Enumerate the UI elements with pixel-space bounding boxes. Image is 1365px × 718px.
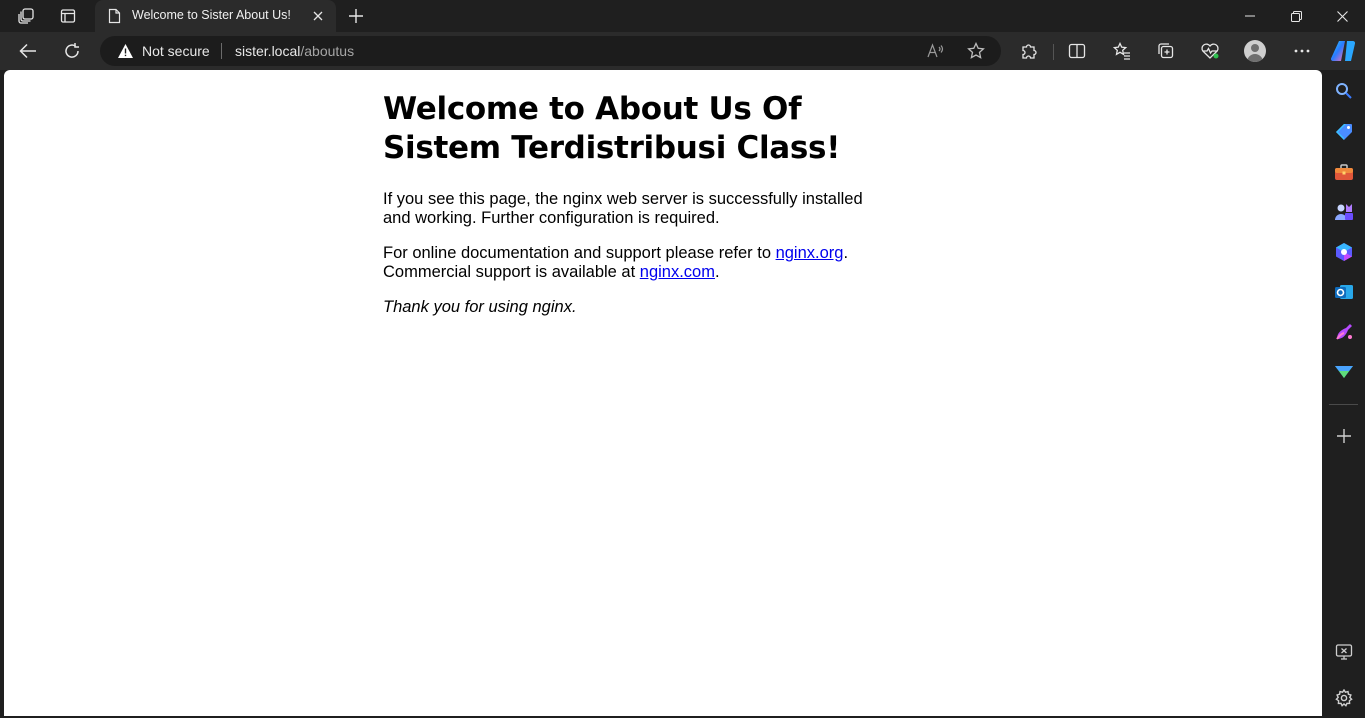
tab-title: Welcome to Sister About Us! [132,8,291,22]
microsoft-365-icon[interactable] [1332,240,1356,264]
page-heading: Welcome to About Us Of Sistem Terdistrib… [383,91,841,166]
games-icon[interactable] [1332,200,1356,224]
thanks-paragraph: Thank you for using nginx. [383,298,893,317]
nginx-com-link[interactable]: nginx.com [640,263,715,281]
workspaces-icon[interactable] [12,4,40,28]
back-icon[interactable] [14,37,42,65]
minimize-icon[interactable] [1227,0,1273,32]
favorites-icon[interactable] [1108,37,1136,65]
window-close-icon[interactable] [1319,0,1365,32]
page-icon [105,7,123,25]
new-tab-icon[interactable] [344,4,368,28]
sidebar [1322,70,1365,718]
page-content: Welcome to About Us Of Sistem Terdistrib… [383,90,913,333]
shopping-icon[interactable] [1332,120,1356,144]
url-text[interactable]: sister.local/aboutus [235,43,354,59]
toolbar-divider [1053,44,1054,60]
intro-paragraph: If you see this page, the nginx web serv… [383,190,863,227]
address-divider [221,43,222,59]
url-host: sister.local [235,43,301,59]
commercial-text: Commercial support is available at [383,263,640,281]
collections-icon[interactable] [1152,37,1180,65]
settings-icon[interactable] [1332,686,1356,710]
support-period: . [843,244,849,262]
toolbar: Not secure sister.local/aboutus [0,32,1365,70]
web-page: Welcome to About Us Of Sistem Terdistrib… [4,70,1322,716]
add-icon[interactable] [1332,424,1356,448]
browser-window: Welcome to Sister About Us! Not secure s… [0,0,1365,718]
designer-icon[interactable] [1332,320,1356,344]
support-text: For online documentation and support ple… [383,244,776,262]
search-icon[interactable] [1332,79,1356,103]
commercial-period: . [714,263,720,281]
url-path: /aboutus [300,43,355,59]
copilot-icon[interactable] [1330,39,1356,63]
restore-icon[interactable] [1273,0,1319,32]
tab-bar: Welcome to Sister About Us! [0,0,1365,32]
split-screen-icon[interactable] [1063,37,1091,65]
support-paragraph: For online documentation and support ple… [383,244,893,282]
security-label[interactable]: Not secure [142,43,210,59]
screenshot-icon[interactable] [1332,640,1356,664]
tab-actions-icon[interactable] [54,4,82,28]
sidebar-divider [1329,404,1358,405]
close-icon[interactable] [308,6,328,26]
refresh-icon[interactable] [58,37,86,65]
outlook-icon[interactable] [1332,280,1356,304]
thanks-text: Thank you for using nginx. [383,298,577,316]
browser-essentials-icon[interactable] [1196,37,1224,65]
drop-icon[interactable] [1332,360,1356,384]
extensions-icon[interactable] [1015,37,1043,65]
more-icon[interactable] [1288,37,1316,65]
address-bar[interactable]: Not secure sister.local/aboutus [100,36,1001,66]
read-aloud-icon[interactable] [925,40,947,62]
favorite-star-icon[interactable] [965,40,987,62]
nginx-org-link[interactable]: nginx.org [776,244,844,262]
profile-avatar[interactable] [1244,40,1266,62]
warning-icon[interactable] [117,43,134,59]
active-tab[interactable]: Welcome to Sister About Us! [95,0,336,32]
tools-icon[interactable] [1332,160,1356,184]
